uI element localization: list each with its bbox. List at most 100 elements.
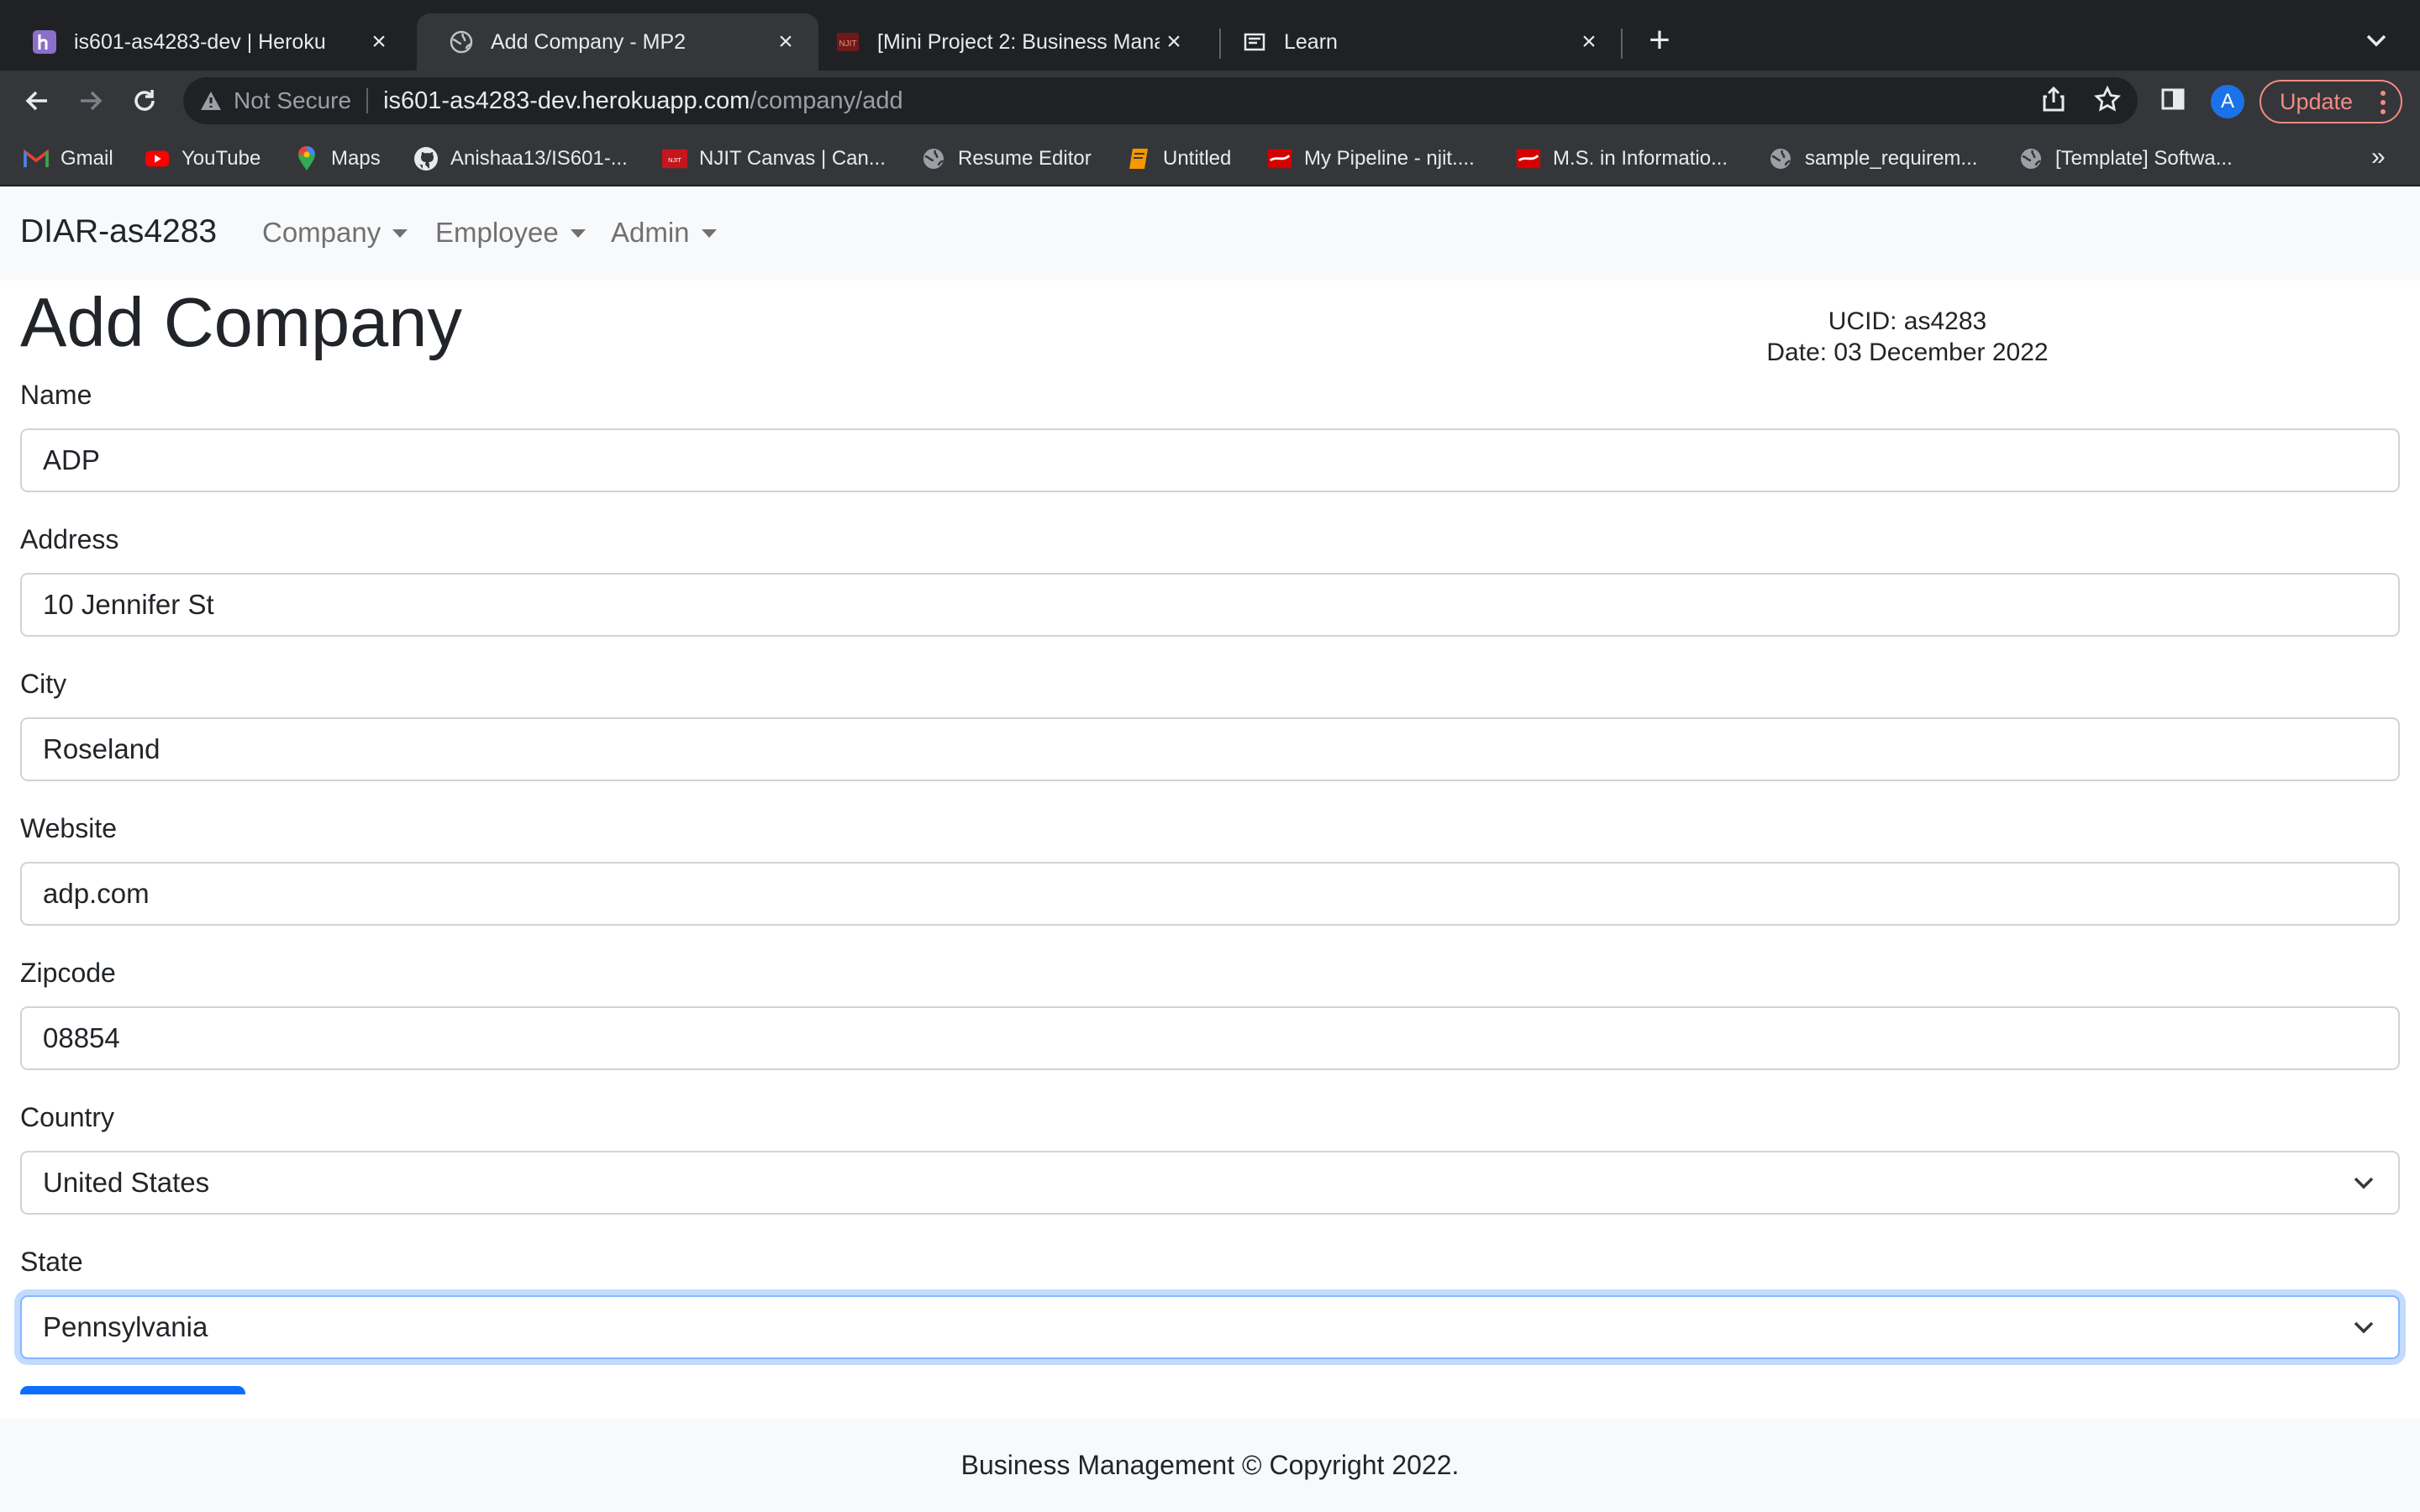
globe-icon [1768, 146, 1793, 171]
bookmark-label: Gmail [60, 147, 113, 170]
bookmark-maps[interactable]: Maps [294, 142, 381, 176]
nav-admin-dropdown[interactable]: Admin [611, 217, 717, 249]
njit-icon: NJIT [835, 29, 860, 55]
address-bar[interactable]: Not Secure is601-as4283-dev.herokuapp.co… [183, 77, 2138, 124]
tab-heroku[interactable]: is601-as4283-dev | Heroku × [0, 13, 412, 71]
book-icon [1126, 146, 1151, 171]
bookmark-label: NJIT Canvas | Can... [699, 147, 886, 170]
gmail-icon [24, 146, 49, 171]
flag-icon [1516, 146, 1541, 171]
bookmark-label: My Pipeline - njit.... [1304, 147, 1475, 170]
youtube-icon [145, 146, 170, 171]
url-path: /company/add [750, 87, 903, 114]
profile-avatar[interactable]: A [2211, 85, 2244, 118]
globe-icon [449, 29, 474, 55]
close-tab-icon[interactable]: × [1160, 28, 1188, 56]
nav-employee-dropdown[interactable]: Employee [435, 217, 586, 249]
name-label: Name [20, 380, 92, 410]
close-tab-icon[interactable]: × [1575, 28, 1603, 56]
bookmark-ms-informatics[interactable]: M.S. in Informatio... [1516, 142, 1728, 176]
chevron-down-icon [2354, 1177, 2374, 1189]
zipcode-label: Zipcode [20, 958, 116, 988]
url-host: is601-as4283-dev.herokuapp.com [383, 87, 750, 114]
tab-title: [Mini Project 2: Business Mana [877, 29, 1160, 54]
more-bookmarks-icon[interactable]: » [2371, 143, 2386, 171]
new-tab-icon[interactable]: + [1641, 19, 1678, 60]
tab-strip: is601-as4283-dev | Heroku × Add Company … [0, 0, 2420, 71]
browser-toolbar: Not Secure is601-as4283-dev.herokuapp.co… [0, 71, 2420, 131]
update-button[interactable]: Update [2260, 80, 2402, 123]
bookmark-label: [Template] Softwa... [2055, 147, 2233, 170]
bookmark-label: M.S. in Informatio... [1553, 147, 1728, 170]
security-label[interactable]: Not Secure [234, 87, 351, 114]
close-tab-icon[interactable]: × [365, 28, 393, 56]
tab-title: Add Company - MP2 [491, 29, 687, 54]
bookmark-label: Maps [331, 147, 381, 170]
page-title: Add Company [20, 283, 462, 361]
country-select[interactable]: United States [20, 1151, 2400, 1215]
footer-text: Business Management © Copyright 2022. [960, 1449, 1460, 1480]
caret-down-icon [570, 229, 586, 238]
page-footer: Business Management © Copyright 2022. [0, 1418, 2420, 1512]
tab-learn[interactable]: Learn × [1210, 13, 1622, 71]
back-arrow-icon[interactable] [17, 81, 57, 121]
name-input[interactable]: ADP [20, 428, 2400, 492]
site-navbar: DIAR-as4283 Company Employee Admin [0, 186, 2420, 281]
maps-icon [294, 146, 319, 171]
zipcode-input[interactable]: 08854 [20, 1006, 2400, 1070]
reload-icon[interactable] [124, 81, 165, 121]
bookmark-njit-canvas[interactable]: NJIT NJIT Canvas | Can... [662, 142, 886, 176]
side-panel-icon[interactable] [2154, 81, 2191, 118]
bookmark-gmail[interactable]: Gmail [24, 142, 113, 176]
nav-company-dropdown[interactable]: Company [262, 217, 408, 249]
close-tab-icon[interactable]: × [771, 28, 800, 56]
caret-down-icon [701, 229, 717, 238]
tab-title: is601-as4283-dev | Heroku [74, 29, 326, 54]
bookmark-sample-requirements[interactable]: sample_requirem... [1768, 142, 1977, 176]
website-input[interactable]: adp.com [20, 862, 2400, 926]
nav-label: Admin [611, 217, 690, 248]
forward-arrow-icon[interactable] [71, 81, 111, 121]
globe-icon [2018, 146, 2044, 171]
njit-icon: NJIT [662, 146, 687, 171]
tab-add-company[interactable]: Add Company - MP2 × [417, 13, 818, 71]
bookmark-template-software[interactable]: [Template] Softwa... [2018, 142, 2233, 176]
bookmark-untitled[interactable]: Untitled [1126, 142, 1231, 176]
country-label: Country [20, 1102, 115, 1132]
bookmark-label: sample_requirem... [1805, 147, 1978, 170]
warning-icon[interactable] [198, 88, 224, 113]
bookmark-github[interactable]: Anishaa13/IS601-... [413, 142, 628, 176]
state-value: Pennsylvania [43, 1311, 208, 1342]
website-label: Website [20, 813, 118, 843]
state-select[interactable]: Pennsylvania [20, 1295, 2400, 1359]
submit-button[interactable] [20, 1386, 245, 1394]
update-label: Update [2280, 88, 2354, 114]
share-icon[interactable] [2035, 81, 2072, 118]
state-label: State [20, 1247, 83, 1277]
navbar-brand[interactable]: DIAR-as4283 [20, 213, 217, 250]
chevron-down-icon [2354, 1321, 2374, 1334]
ucid-text: UCID: as4283 [1828, 307, 1987, 335]
tab-separator [1621, 29, 1623, 59]
bookmark-my-pipeline[interactable]: My Pipeline - njit.... [1267, 142, 1475, 176]
flag-icon [1267, 146, 1292, 171]
caret-down-icon [392, 229, 408, 238]
tab-title: Learn [1284, 29, 1338, 54]
globe-icon [921, 146, 946, 171]
city-input[interactable]: Roseland [20, 717, 2400, 781]
address-input[interactable]: 10 Jennifer St [20, 573, 2400, 637]
kebab-menu-icon[interactable] [2377, 88, 2389, 117]
country-value: United States [43, 1167, 210, 1198]
bookmark-star-icon[interactable] [2089, 81, 2126, 118]
svg-text:NJIT: NJIT [839, 39, 856, 49]
bookmark-label: Untitled [1163, 147, 1232, 170]
tab-mini-project[interactable]: NJIT [Mini Project 2: Business Mana × [807, 13, 1207, 71]
tab-search-chevron-icon[interactable] [2361, 25, 2391, 55]
bookmark-resume-editor[interactable]: Resume Editor [921, 142, 1092, 176]
bookmark-label: Resume Editor [958, 147, 1092, 170]
bookmark-youtube[interactable]: YouTube [145, 142, 260, 176]
bookmarks-bar: Gmail YouTube Maps Anishaa13/IS601-... N… [0, 131, 2420, 186]
github-icon [413, 146, 439, 171]
bookmark-label: Anishaa13/IS601-... [450, 147, 628, 170]
address-separator [366, 88, 369, 113]
